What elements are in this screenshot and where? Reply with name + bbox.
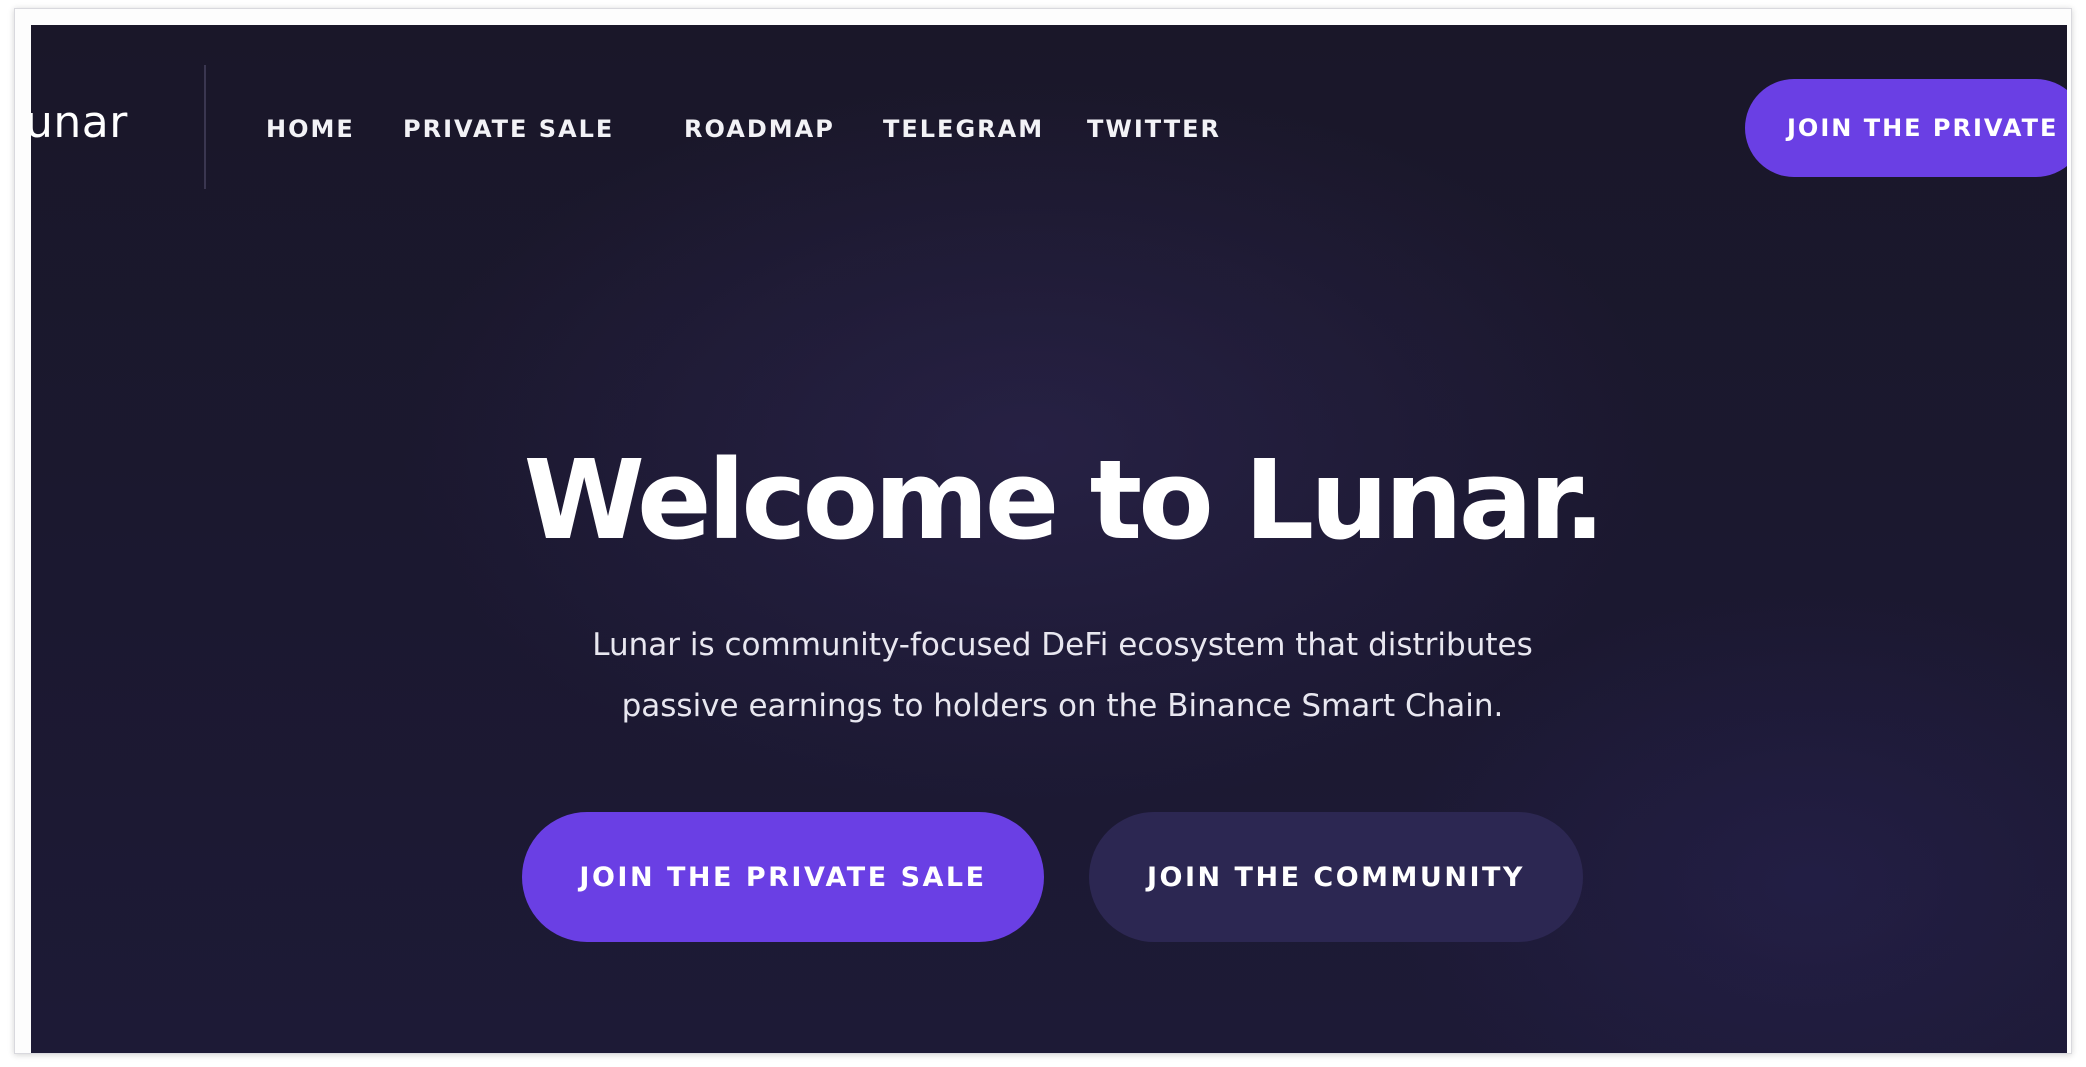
nav-home-link[interactable]: HOME — [266, 117, 355, 141]
logo[interactable]: unar — [31, 101, 128, 145]
hero-description-line-2: passive earnings to holders on the Binan… — [621, 688, 1504, 724]
join-community-button[interactable]: JOIN THE COMMUNITY — [1089, 812, 1583, 942]
nav-roadmap-link[interactable]: ROADMAP — [684, 117, 835, 141]
nav-telegram-link[interactable]: TELEGRAM — [883, 117, 1044, 141]
nav-private-sale-link[interactable]: PRIVATE SALE — [403, 117, 614, 141]
website-viewport: unar HOME PRIVATE SALE ROADMAP TELEGRAM … — [31, 25, 2067, 1053]
join-private-sale-button[interactable]: JOIN THE PRIVATE SALE — [522, 812, 1044, 942]
hero-description: Lunar is community-focused DeFi ecosyste… — [31, 615, 2067, 737]
header-divider — [204, 65, 206, 189]
header-join-private-sale-button[interactable]: JOIN THE PRIVATE — [1745, 79, 2067, 177]
nav-twitter-link[interactable]: TWITTER — [1087, 117, 1221, 141]
hero-description-line-1: Lunar is community-focused DeFi ecosyste… — [592, 627, 1533, 663]
hero-title: Welcome to Lunar. — [523, 436, 1606, 564]
